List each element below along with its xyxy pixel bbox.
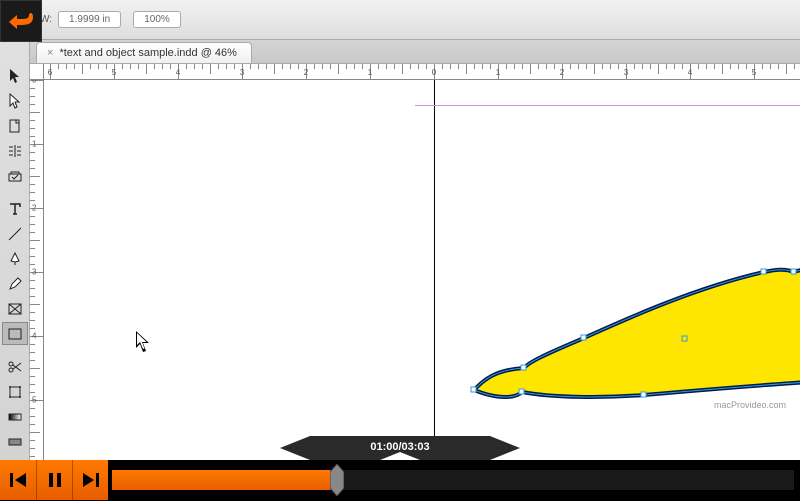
pencil-tool[interactable] <box>2 272 28 295</box>
ruler-v-label: 1 <box>32 140 36 149</box>
ruler-h-label: 4 <box>688 68 692 77</box>
prev-icon <box>8 470 28 490</box>
ruler-v-label: 5 <box>32 396 36 405</box>
ruler-horizontal[interactable]: 6 5 4 3 2 1 0 1 2 3 4 5 <box>44 64 800 80</box>
ruler-h-label: 0 <box>432 68 436 77</box>
control-bar: W: 1.9999 in 100% <box>30 0 800 40</box>
ruler-h-label: 3 <box>240 68 244 77</box>
ruler-h-label: 2 <box>560 68 564 77</box>
control-w-value[interactable]: 1.9999 in <box>58 11 121 28</box>
ruler-h-label: 4 <box>176 68 180 77</box>
next-icon <box>81 470 101 490</box>
player-bar <box>0 460 800 500</box>
gradient-feather-tool[interactable] <box>2 430 28 453</box>
scissors-tool[interactable] <box>2 355 28 378</box>
page-tool[interactable] <box>2 114 28 137</box>
ruler-corner <box>30 64 44 80</box>
selection-tool[interactable] <box>2 64 28 87</box>
progress-bar[interactable] <box>108 460 800 500</box>
player-buttons <box>0 460 108 500</box>
time-display: 01:00/03:03 <box>280 436 520 458</box>
content-collector-tool[interactable] <box>2 164 28 187</box>
gap-tool[interactable] <box>2 139 28 162</box>
progress-track <box>112 470 794 490</box>
control-zoom[interactable]: 100% <box>133 11 181 28</box>
ruler-vertical[interactable]: 0 1 2 3 4 5 <box>30 80 44 460</box>
watermark: macProvideo.com <box>708 398 792 412</box>
tab-close-icon[interactable]: × <box>47 47 53 59</box>
indesign-window: W: 1.9999 in 100% × <box>0 0 800 460</box>
next-button[interactable] <box>72 460 108 500</box>
ruler-h-label: 2 <box>304 68 308 77</box>
prev-button[interactable] <box>0 460 36 500</box>
free-transform-tool[interactable] <box>2 380 28 403</box>
center-point-icon <box>682 336 687 341</box>
ruler-h-label: 6 <box>48 68 52 77</box>
video-frame: W: 1.9999 in 100% × <box>0 0 800 500</box>
ruler-h-label: 1 <box>496 68 500 77</box>
gradient-swatch-tool[interactable] <box>2 405 28 428</box>
ruler-v-label: 3 <box>32 268 36 277</box>
rectangle-frame-tool[interactable] <box>2 297 28 320</box>
mouse-cursor-icon <box>134 330 152 359</box>
ruler-v-label: 4 <box>32 332 36 341</box>
rectangle-tool[interactable] <box>2 322 28 345</box>
type-tool[interactable] <box>2 197 28 220</box>
progress-thumb[interactable] <box>330 464 344 496</box>
pause-button[interactable] <box>36 460 72 500</box>
direct-selection-tool[interactable] <box>2 89 28 112</box>
back-arrow-icon <box>7 9 35 33</box>
ruler-v-label: 0 <box>32 80 36 85</box>
progress-fill <box>112 470 337 490</box>
pen-tool[interactable] <box>2 247 28 270</box>
doc-tab[interactable]: × *text and object sample.indd @ 46% <box>36 42 252 63</box>
back-button[interactable] <box>0 0 42 42</box>
doc-tab-bar: × *text and object sample.indd @ 46% <box>30 40 800 64</box>
line-tool[interactable] <box>2 222 28 245</box>
pause-icon <box>45 470 65 490</box>
ruler-h-label: 5 <box>112 68 116 77</box>
doc-tab-title: *text and object sample.indd @ 46% <box>59 47 237 59</box>
canvas[interactable] <box>44 80 800 460</box>
ruler-v-label: 2 <box>32 204 36 213</box>
toolbox <box>0 40 30 460</box>
ruler-h-label: 5 <box>752 68 756 77</box>
ruler-h-label: 3 <box>624 68 628 77</box>
time-badge: 01:00/03:03 <box>280 436 520 460</box>
ruler-h-label: 1 <box>368 68 372 77</box>
